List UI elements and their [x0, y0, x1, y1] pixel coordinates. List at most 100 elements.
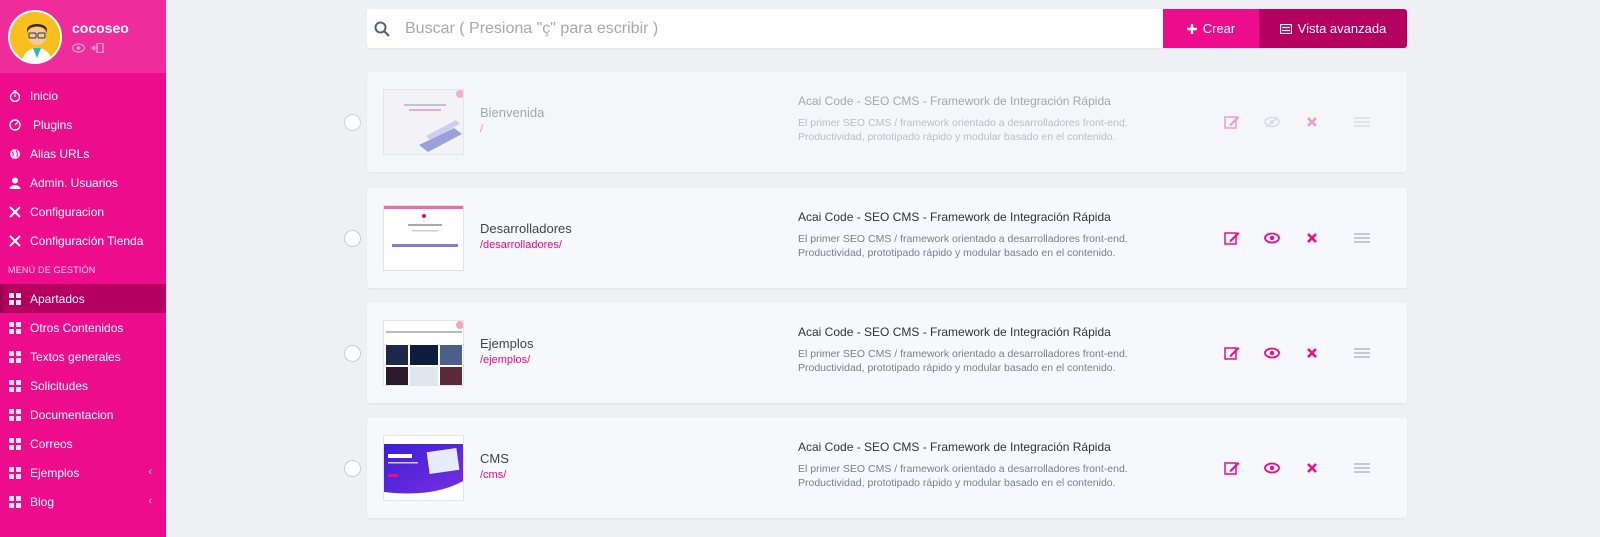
meta-desc-line: Productividad, prototipado rápido y modu… — [798, 477, 1116, 489]
sidebar-item-label: Alias URLs — [30, 146, 90, 161]
drag-handle-icon[interactable] — [1353, 113, 1371, 131]
select-radio[interactable] — [344, 114, 361, 131]
advanced-view-label: Vista avanzada — [1297, 21, 1387, 36]
page-title[interactable]: Bienvenida — [480, 105, 544, 120]
search-input[interactable] — [397, 9, 1163, 48]
drag-handle-icon[interactable] — [1353, 344, 1371, 362]
meta-description: El primer SEO CMS / framework orientado … — [798, 347, 1158, 375]
grid-icon — [8, 379, 21, 392]
page-slug[interactable]: / — [480, 123, 483, 135]
sidebar-item-plugins[interactable]: Plugins — [0, 110, 166, 139]
create-button[interactable]: Crear — [1163, 9, 1259, 48]
page-title[interactable]: Ejemplos — [480, 336, 533, 351]
tools-icon — [8, 205, 21, 218]
page-slug[interactable]: /desarrolladores/ — [480, 239, 562, 251]
grid-icon — [8, 408, 21, 421]
meta-description: El primer SEO CMS / framework orientado … — [798, 116, 1158, 144]
sidebar-item-inicio[interactable]: Inicio — [0, 81, 166, 110]
delete-icon[interactable] — [1303, 113, 1321, 131]
create-button-label: Crear — [1202, 21, 1236, 36]
advanced-view-button[interactable]: Vista avanzada — [1259, 9, 1407, 48]
user-icons — [71, 40, 104, 54]
select-radio[interactable] — [344, 460, 361, 477]
page-slug[interactable]: /ejemplos/ — [480, 354, 530, 366]
edit-icon[interactable] — [1223, 229, 1241, 247]
sidebar-item-label: Configuración Tienda — [30, 233, 144, 248]
sidebar-item-alias-urls[interactable]: Alias URLs — [0, 139, 166, 168]
sidebar-item-apartados[interactable]: Apartados — [0, 284, 166, 313]
page-title[interactable]: Desarrolladores — [480, 221, 572, 236]
search-bar: Crear Vista avanzada — [367, 9, 1407, 48]
meta-desc-line: Productividad, prototipado rápido y modu… — [798, 362, 1116, 374]
chevron-left-icon: ‹ — [148, 495, 152, 507]
page-card[interactable]: Desarrolladores /desarrolladores/ Acai C… — [344, 188, 1407, 288]
sidebar-item-documentacion[interactable]: Documentacion — [0, 400, 166, 429]
sidebar-item-admin-usuarios[interactable]: Admin. Usuarios — [0, 168, 166, 197]
page-thumbnail — [383, 435, 464, 501]
meta-desc-line: El primer SEO CMS / framework orientado … — [798, 463, 1128, 475]
avatar[interactable] — [8, 10, 62, 64]
logout-icon[interactable] — [90, 40, 104, 54]
sidebar-item-label: Blog — [30, 494, 55, 509]
meta-title: Acai Code - SEO CMS - Framework de Integ… — [798, 94, 1111, 108]
select-radio[interactable] — [344, 230, 361, 247]
globe-icon — [8, 147, 21, 160]
sidebar-item-blog[interactable]: Blog ‹ — [0, 487, 166, 516]
eye-slash-icon[interactable] — [1263, 113, 1281, 131]
drag-handle-icon[interactable] — [1353, 459, 1371, 477]
sidebar-item-label: Correos — [30, 436, 73, 451]
sidebar-item-label: Inicio — [30, 88, 59, 103]
username[interactable]: cocoseo — [72, 20, 129, 36]
page-thumbnail — [383, 89, 464, 155]
drag-handle-icon[interactable] — [1353, 229, 1371, 247]
page-slug[interactable]: /cms/ — [480, 469, 506, 481]
page-card[interactable]: Bienvenida / Acai Code - SEO CMS - Frame… — [344, 72, 1407, 172]
search-icon — [367, 9, 397, 48]
page-title[interactable]: CMS — [480, 451, 509, 466]
tools-icon — [8, 234, 21, 247]
meta-description: El primer SEO CMS / framework orientado … — [798, 232, 1158, 260]
sidebar-item-configuracion[interactable]: Configuracion — [0, 197, 166, 226]
delete-icon[interactable] — [1303, 459, 1321, 477]
meta-desc-line: El primer SEO CMS / framework orientado … — [798, 233, 1128, 245]
page-thumbnail — [383, 205, 464, 271]
sidebar-item-label: Documentacion — [30, 407, 114, 422]
sidebar-item-configuracion-tienda[interactable]: Configuración Tienda — [0, 226, 166, 255]
meta-title: Acai Code - SEO CMS - Framework de Integ… — [798, 325, 1111, 339]
grid-icon — [8, 437, 21, 450]
delete-icon[interactable] — [1303, 344, 1321, 362]
sidebar-item-label: Apartados — [30, 291, 85, 306]
edit-icon[interactable] — [1223, 113, 1241, 131]
sidebar-item-solicitudes[interactable]: Solicitudes — [0, 371, 166, 400]
sidebar-item-label: Admin. Usuarios — [30, 175, 119, 190]
section-header: MENÚ DE GESTIÓN — [8, 265, 96, 275]
eye-icon[interactable] — [1263, 459, 1281, 477]
sidebar-item-label: Plugins — [33, 117, 73, 132]
edit-icon[interactable] — [1223, 459, 1241, 477]
stopwatch-icon — [8, 89, 21, 102]
select-radio[interactable] — [344, 345, 361, 362]
eye-icon[interactable] — [71, 40, 86, 53]
sidebar-item-label: Textos generales — [30, 349, 121, 364]
page-card[interactable]: Ejemplos /ejemplos/ Acai Code - SEO CMS … — [344, 303, 1407, 403]
sidebar-item-correos[interactable]: Correos — [0, 429, 166, 458]
sidebar-item-textos-generales[interactable]: Textos generales — [0, 342, 166, 371]
edit-icon[interactable] — [1223, 344, 1241, 362]
meta-title: Acai Code - SEO CMS - Framework de Integ… — [798, 440, 1111, 454]
meta-desc-line: Productividad, prototipado rápido y modu… — [798, 247, 1116, 259]
sidebar-item-label: Solicitudes — [30, 378, 89, 393]
grid-icon — [8, 321, 21, 334]
sidebar-item-otros-contenidos[interactable]: Otros Contenidos — [0, 313, 166, 342]
meta-desc-line: El primer SEO CMS / framework orientado … — [798, 348, 1128, 360]
eye-icon[interactable] — [1263, 344, 1281, 362]
page-thumbnail — [383, 320, 464, 386]
sidebar: cocoseo Inicio Plugins Alias URLs Admin.… — [0, 0, 166, 537]
eye-icon[interactable] — [1263, 229, 1281, 247]
delete-icon[interactable] — [1303, 229, 1321, 247]
page-card[interactable]: CMS /cms/ Acai Code - SEO CMS - Framewor… — [344, 418, 1407, 518]
main-nav: Inicio Plugins Alias URLs Admin. Usuario… — [0, 81, 166, 255]
dashboard-icon — [8, 118, 21, 131]
meta-desc-line: Productividad, prototipado rápido y modu… — [798, 131, 1116, 143]
sidebar-item-ejemplos[interactable]: Ejemplos ‹ — [0, 458, 166, 487]
grid-icon — [8, 466, 21, 479]
